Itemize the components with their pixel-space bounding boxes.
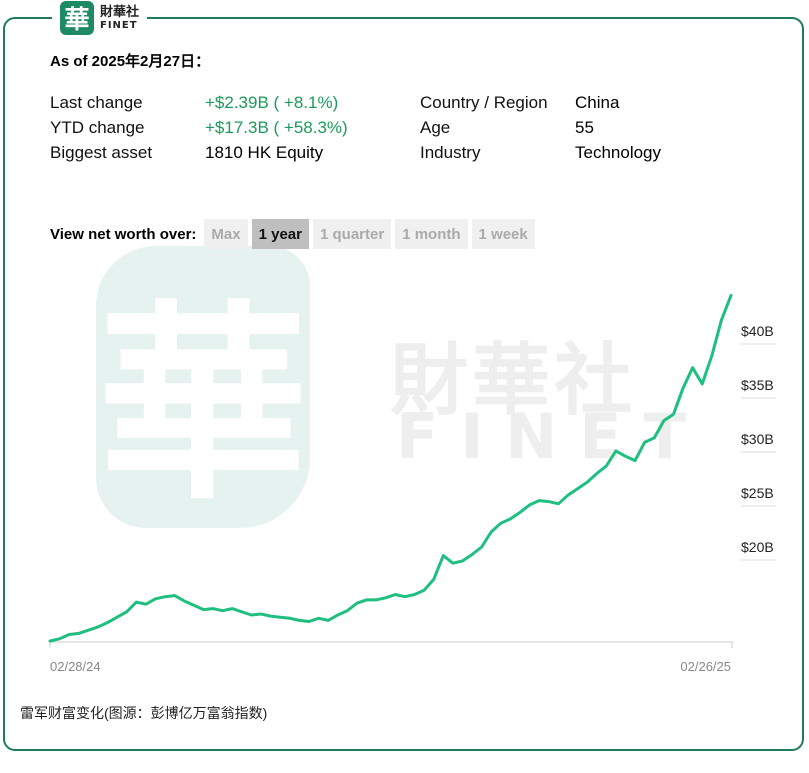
net-worth-line (48, 293, 733, 643)
y-tick-label: $30B (741, 431, 774, 447)
chart-caption: 雷军财富变化(图源：彭博亿万富翁指数) (20, 705, 268, 721)
y-tick-label: $40B (741, 323, 774, 339)
x-tick-label-start: 02/28/24 (50, 659, 101, 674)
y-tick-label: $20B (741, 539, 774, 555)
y-axis-ticks: $40B $35B $30B $25B $20B (741, 323, 776, 561)
net-worth-chart: 02/28/24 02/26/25 $40B $35B $30B $25B $20B (48, 293, 776, 674)
y-tick-label: $25B (741, 485, 774, 501)
y-tick-label: $35B (741, 377, 774, 393)
x-tick-label-end: 02/26/25 (680, 659, 731, 674)
